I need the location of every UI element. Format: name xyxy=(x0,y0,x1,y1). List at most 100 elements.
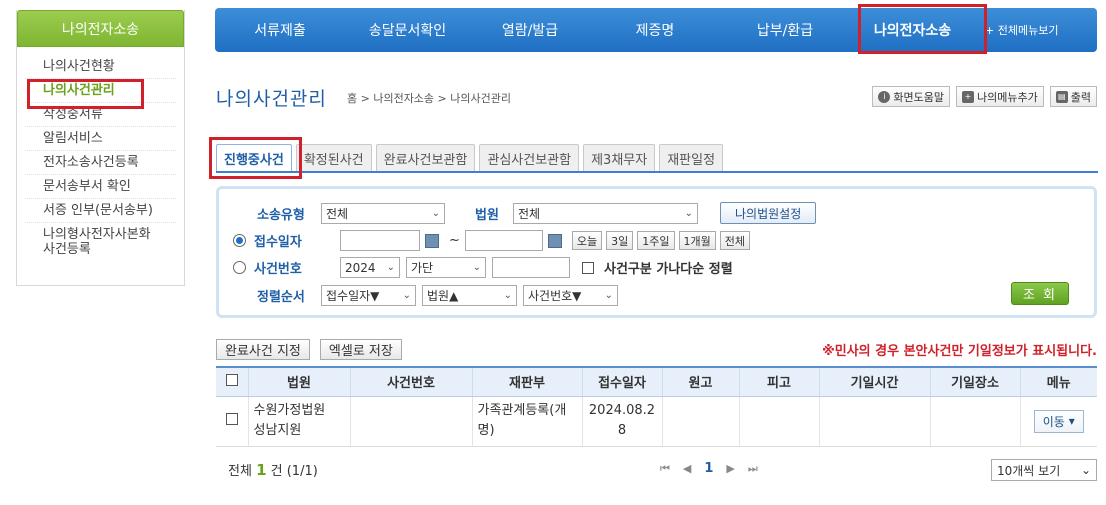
table-actions: 완료사건 지정 엑셀로 저장 xyxy=(216,339,402,360)
printer-icon: ▤ xyxy=(1055,90,1068,103)
chevron-down-icon: ⌄ xyxy=(472,262,481,273)
case-number-input[interactable] xyxy=(492,257,570,278)
sidebar-item-doc-confirm[interactable]: 문서송부서 확인 xyxy=(25,175,176,199)
court-setting-button[interactable]: 나의법원설정 xyxy=(720,202,817,224)
quick-all-button[interactable]: 전체 xyxy=(719,231,751,250)
total-count: 전체 1 건 (1/1) xyxy=(228,461,318,479)
sidebar-item-case-status[interactable]: 나의사건현황 xyxy=(25,55,176,79)
cell-defendant xyxy=(738,396,819,447)
header-case-no: 사건번호 xyxy=(349,366,472,397)
sidebar-item-drafts[interactable]: 작성중서류 xyxy=(25,103,176,127)
order3-select[interactable]: 사건번호▼ ⌄ xyxy=(523,285,618,306)
calendar-icon[interactable] xyxy=(547,233,562,248)
breadcrumb: 홈 > 나의전자소송 > 나의사건관리 xyxy=(347,92,511,105)
table-header-row: 법원 사건번호 재판부 접수일자 원고 피고 기일시간 기일장소 메뉴 xyxy=(216,366,1097,397)
last-page-icon[interactable]: ⏭ xyxy=(748,462,758,476)
quick-3day-button[interactable]: 3일 xyxy=(606,231,634,250)
court-select[interactable]: 전체 ⌄ xyxy=(513,202,698,224)
print-button[interactable]: ▤ 출력 xyxy=(1049,86,1097,107)
order1-select[interactable]: 접수일자▼ ⌄ xyxy=(321,285,416,306)
total-number: 1 xyxy=(256,461,267,479)
nav-my-ecourt[interactable]: 나의전자소송 xyxy=(850,20,975,40)
case-year-select[interactable]: 2024 ⌄ xyxy=(340,257,400,278)
tab-completed[interactable]: 완료사건보관함 xyxy=(375,144,476,171)
notice-text: ※민사의 경우 본안사건만 기일정보가 표시됩니다. xyxy=(822,344,1097,359)
sidebar-title: 나의전자소송 xyxy=(17,10,184,47)
chevron-down-icon: ⌄ xyxy=(402,290,411,301)
sidebar-item-evidence[interactable]: 서증 인부(문서송부) xyxy=(25,199,176,223)
next-page-icon[interactable]: ▶ xyxy=(726,462,734,475)
sidebar-item-case-manage[interactable]: 나의사건관리 xyxy=(25,79,176,103)
date-radio[interactable] xyxy=(233,234,246,247)
cell-date: 2024.08.2 8 xyxy=(581,396,662,447)
help-button[interactable]: i 화면도움말 xyxy=(872,86,951,107)
nav-delivery[interactable]: 송달문서확인 xyxy=(345,20,470,40)
nav-view-issue[interactable]: 열람/발급 xyxy=(470,20,590,40)
nav-payment[interactable]: 납부/환급 xyxy=(720,20,850,40)
sort-checkbox[interactable] xyxy=(582,261,594,274)
left-sidebar: 나의전자소송 나의사건현황 나의사건관리 작성중서류 알림서비스 전자소송사건등… xyxy=(16,10,185,286)
chevron-down-icon: ⌄ xyxy=(1080,463,1091,477)
sort-checkbox-label: 사건구분 가나다순 정렬 xyxy=(604,262,733,277)
tab-interest[interactable]: 관심사건보관함 xyxy=(479,144,580,171)
tab-confirmed[interactable]: 확정된사건 xyxy=(295,144,372,171)
header-time: 기일시간 xyxy=(818,366,930,397)
cell-place xyxy=(929,396,1020,447)
sidebar-item-criminal-register[interactable]: 나의형사전자사본화 사건등록 xyxy=(25,223,176,261)
header-plaintiff: 원고 xyxy=(661,366,739,397)
chevron-down-icon: ⌄ xyxy=(386,262,395,273)
quick-1month-button[interactable]: 1개월 xyxy=(678,231,716,250)
quick-today-button[interactable]: 오늘 xyxy=(571,231,603,250)
court-label: 법원 xyxy=(475,207,499,223)
sidebar-item-case-register[interactable]: 전자소송사건등록 xyxy=(25,151,176,175)
top-navigation: 서류제출 송달문서확인 열람/발급 제증명 납부/환급 나의전자소송 + 전체메… xyxy=(215,8,1097,52)
header-select-all xyxy=(216,366,248,397)
current-page[interactable]: 1 xyxy=(704,461,713,476)
case-type-label: 소송유형 xyxy=(257,207,305,223)
prev-page-icon[interactable]: ◀ xyxy=(683,462,691,475)
complete-case-button[interactable]: 완료사건 지정 xyxy=(216,339,310,360)
first-page-icon[interactable]: ⏮ xyxy=(660,462,670,476)
cell-case-no[interactable] xyxy=(349,396,472,447)
per-page-select[interactable]: 10개씩 보기 ⌄ xyxy=(991,459,1097,481)
search-panel: 소송유형 전체 ⌄ 법원 전체 ⌄ 나의법원설정 접수일자 ~ 오늘 3일 1주일 … xyxy=(216,186,1097,318)
case-number-radio[interactable] xyxy=(233,261,246,274)
chevron-down-icon: ⌄ xyxy=(604,290,613,301)
info-icon: i xyxy=(878,90,891,103)
quick-1week-button[interactable]: 1주일 xyxy=(637,231,675,250)
caret-down-icon: ▾ xyxy=(1068,414,1075,428)
calendar-icon[interactable] xyxy=(425,233,439,248)
header-date: 접수일자 xyxy=(581,366,662,397)
case-type-select[interactable]: 전체 ⌄ xyxy=(321,202,445,224)
nav-all-menu[interactable]: + 전체메뉴보기 xyxy=(985,22,1058,38)
table-row: 수원가정법원 성남지원 가족관계등록(개 명) 2024.08.2 8 이동 ▾ xyxy=(216,396,1097,447)
order2-select[interactable]: 법원▲ ⌄ xyxy=(422,285,517,306)
date-label: 접수일자 xyxy=(254,235,302,250)
cell-court[interactable]: 수원가정법원 성남지원 xyxy=(247,396,350,447)
nav-certificate[interactable]: 제증명 xyxy=(590,20,720,40)
header-defendant: 피고 xyxy=(738,366,819,397)
tab-underline xyxy=(216,171,1098,173)
excel-save-button[interactable]: 엑셀로 저장 xyxy=(319,339,402,360)
add-menu-button[interactable]: + 나의메뉴추가 xyxy=(956,86,1044,107)
case-gubun-select[interactable]: 가단 ⌄ xyxy=(406,257,486,278)
order-label: 정렬순서 xyxy=(257,290,305,305)
header-division: 재판부 xyxy=(471,366,582,397)
row-select-cell xyxy=(216,396,248,447)
tab-in-progress[interactable]: 진행중사건 xyxy=(216,144,292,171)
search-button[interactable]: 조 회 xyxy=(1011,282,1069,305)
tab-third-debtor[interactable]: 제3채무자 xyxy=(583,144,656,171)
case-table: 법원 사건번호 재판부 접수일자 원고 피고 기일시간 기일장소 메뉴 수원가정… xyxy=(216,366,1097,447)
chevron-down-icon: ⌄ xyxy=(503,290,512,301)
move-button[interactable]: 이동 ▾ xyxy=(1033,409,1084,433)
pagination: ⏮ ◀ 1 ▶ ⏭ xyxy=(660,461,758,476)
nav-submit[interactable]: 서류제출 xyxy=(215,20,345,40)
row-checkbox[interactable] xyxy=(225,413,238,425)
sidebar-item-alerts[interactable]: 알림서비스 xyxy=(25,127,176,151)
case-tabs: 진행중사건 확정된사건 완료사건보관함 관심사건보관함 제3채무자 재판일정 xyxy=(216,144,724,171)
date-from-input[interactable] xyxy=(340,230,420,251)
date-to-input[interactable] xyxy=(464,230,543,251)
tab-schedule[interactable]: 재판일정 xyxy=(659,144,724,171)
select-all-checkbox[interactable] xyxy=(225,373,238,386)
sidebar-menu: 나의사건현황 나의사건관리 작성중서류 알림서비스 전자소송사건등록 문서송부서… xyxy=(17,47,184,261)
